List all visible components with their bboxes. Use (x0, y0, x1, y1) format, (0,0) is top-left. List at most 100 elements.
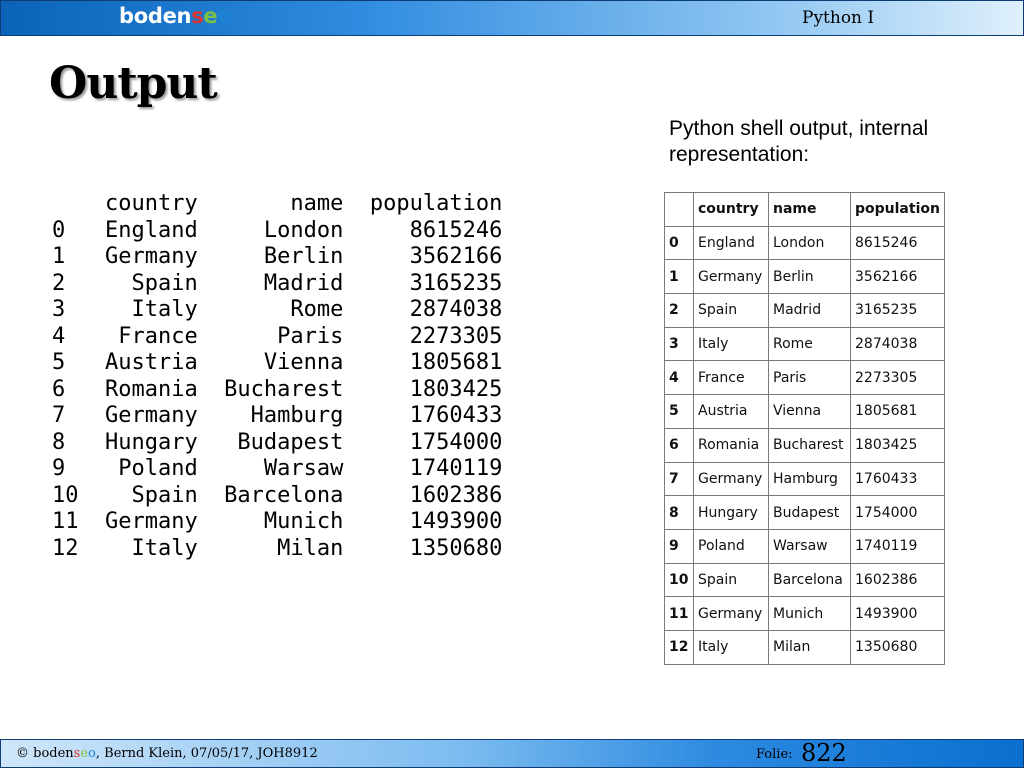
name-cell: Rome (768, 326, 851, 362)
course-title: Python I (802, 8, 875, 28)
name-cell: London (768, 225, 851, 261)
country-cell: Poland (693, 528, 769, 564)
table-row: 8 Hungary Budapest 1754000 (664, 495, 945, 530)
population-cell: 1350680 (850, 629, 945, 665)
index-cell: 8 (664, 495, 694, 530)
table-row: 5 Austria Vienna 1805681 (664, 394, 945, 429)
shell-output-line: 2 Spain Madrid 3165235 (52, 270, 503, 296)
population-cell: 1803425 (850, 427, 945, 463)
country-cell: England (693, 225, 769, 261)
population-cell: 1602386 (850, 562, 945, 598)
name-cell: Bucharest (768, 427, 851, 463)
name-cell: Berlin (768, 259, 851, 295)
name-cell: Vienna (768, 394, 851, 429)
index-cell: 4 (664, 360, 694, 396)
index-cell: 7 (664, 461, 694, 497)
index-cell: 12 (664, 629, 694, 665)
table-row: 7 Germany Hamburg 1760433 (664, 461, 945, 497)
index-cell: 9 (664, 528, 694, 564)
country-cell: Germany (693, 461, 769, 497)
index-cell: 11 (664, 596, 694, 631)
index-cell: 6 (664, 427, 694, 463)
name-cell: Barcelona (768, 562, 851, 598)
table-row: 9 Poland Warsaw 1740119 (664, 528, 945, 564)
population-cell: 1760433 (850, 461, 945, 497)
bodenseo-logo: bodenseo (119, 4, 232, 28)
logo-prefix: boden (119, 4, 192, 28)
index-cell: 5 (664, 394, 694, 429)
dataframe-table: country name population 0 England London 86… (664, 192, 945, 665)
footer-copyright: © bodenseo, Bernd Klein, 07/05/17, JOH89… (16, 746, 318, 761)
index-cell: 10 (664, 562, 694, 598)
population-cell: 3165235 (850, 293, 945, 328)
folie-label: Folie: (756, 747, 793, 762)
table-row: 6 Romania Bucharest 1803425 (664, 427, 945, 463)
name-cell: Budapest (768, 495, 851, 530)
copyright-letter-o: o (88, 746, 96, 761)
shell-output-line: 9 Poland Warsaw 1740119 (52, 456, 503, 481)
copyright-letter-e: e (80, 746, 89, 761)
name-cell: Munich (768, 596, 851, 631)
shell-output-line: 7 Germany Hamburg 1760433 (52, 403, 503, 428)
country-cell: Italy (693, 326, 769, 362)
population-cell: 1754000 (850, 495, 945, 530)
shell-output-line: 3 Italy Rome 2874038 (52, 297, 503, 322)
country-cell: Germany (693, 259, 769, 295)
table-body: 0 England London 8615246 1 Germany Berlin 35621… (664, 225, 945, 665)
table-row: 11 Germany Munich 1493900 (664, 596, 945, 631)
shell-output: country name population 0 England London … (52, 191, 502, 562)
name-cell: Madrid (768, 293, 851, 328)
population-cell: 1805681 (850, 394, 945, 429)
copyright-prefix: © boden (16, 746, 74, 761)
shell-output-line: 4 France Paris 2273305 (52, 323, 503, 349)
country-cell: Spain (693, 293, 769, 328)
index-cell: 3 (664, 326, 694, 362)
country-cell: Spain (693, 562, 769, 598)
country-cell: France (693, 360, 769, 396)
logo-letter-s: s (191, 4, 204, 28)
table-row: 0 England London 8615246 (664, 225, 945, 261)
shell-output-line: 6 Romania Bucharest 1803425 (52, 376, 503, 402)
index-cell: 1 (664, 259, 694, 295)
country-cell: Italy (693, 629, 769, 665)
shell-output-line: 11 Germany Munich 1493900 (52, 509, 503, 534)
population-cell: 2874038 (850, 326, 945, 362)
table-row: 10 Spain Barcelona 1602386 (664, 562, 945, 598)
copyright-rest: , Bernd Klein, 07/05/17, JOH8912 (95, 746, 318, 761)
table-header-row: country name population (664, 192, 945, 227)
logo-letter-o: o (217, 4, 232, 28)
population-cell: 8615246 (850, 225, 945, 261)
shell-output-line: 5 Austria Vienna 1805681 (52, 350, 503, 375)
table-row: 12 Italy Milan 1350680 (664, 629, 945, 665)
population-cell: 1493900 (850, 596, 945, 631)
slide-title: Output (49, 58, 218, 109)
table-row: 4 France Paris 2273305 (664, 360, 945, 396)
logo-letter-e: e (203, 4, 218, 28)
name-cell: Hamburg (768, 461, 851, 497)
population-cell: 1740119 (850, 528, 945, 564)
country-cell: Romania (693, 427, 769, 463)
header-cell-index (664, 192, 694, 227)
header-bar: bodenseo Python I (0, 0, 1024, 36)
shell-output-line: 0 England London 8615246 (52, 217, 503, 243)
shell-output-line: 8 Hungary Budapest 1754000 (52, 429, 503, 455)
folie-number: 822 (801, 739, 847, 767)
index-cell: 2 (664, 293, 694, 328)
header-cell-population: population (850, 192, 945, 227)
header-cell-name: name (768, 192, 851, 227)
country-cell: Hungary (693, 495, 769, 530)
table-row: 1 Germany Berlin 3562166 (664, 259, 945, 295)
name-cell: Paris (768, 360, 851, 396)
country-cell: Germany (693, 596, 769, 631)
table-row: 2 Spain Madrid 3165235 (664, 293, 945, 328)
country-cell: Austria (693, 394, 769, 429)
index-cell: 0 (664, 225, 694, 261)
population-cell: 2273305 (850, 360, 945, 396)
table-row: 3 Italy Rome 2874038 (664, 326, 945, 362)
shell-output-line: 1 Germany Berlin 3562166 (52, 244, 503, 269)
name-cell: Milan (768, 629, 851, 665)
shell-output-line: 10 Spain Barcelona 1602386 (52, 482, 503, 508)
shell-output-line: country name population (52, 191, 503, 216)
shell-output-line: 12 Italy Milan 1350680 (52, 535, 503, 561)
header-cell-country: country (693, 192, 769, 227)
